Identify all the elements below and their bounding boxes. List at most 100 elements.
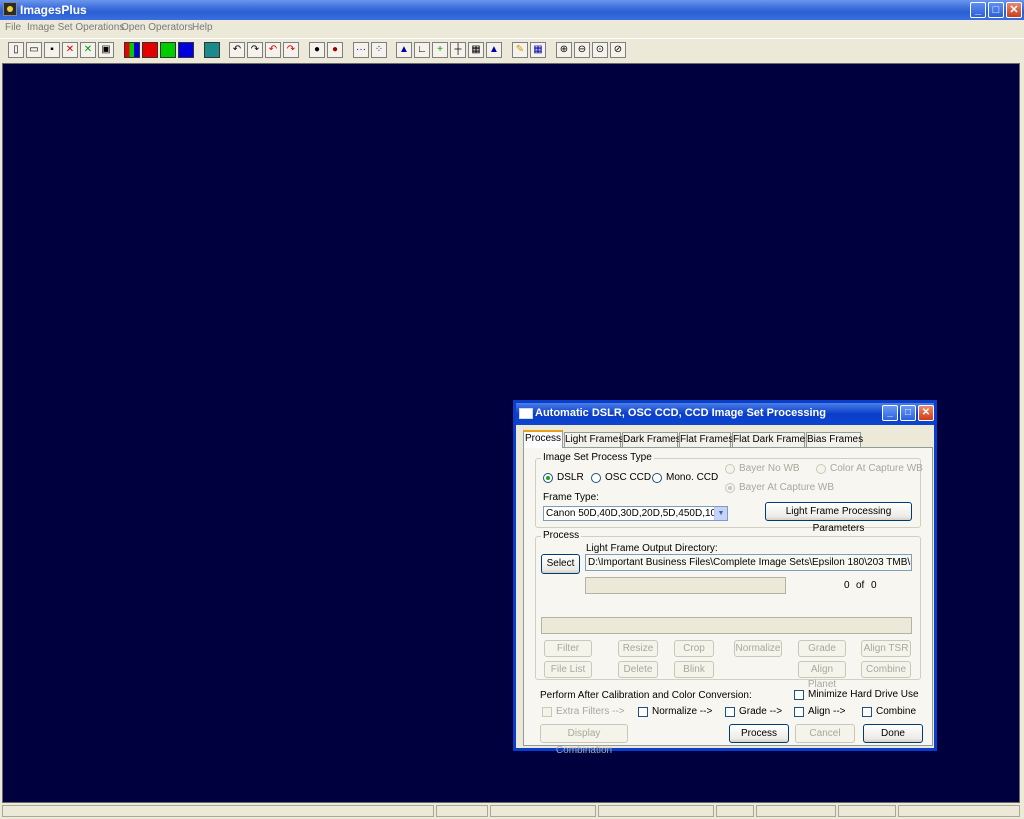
- grid-tiles-icon[interactable]: [204, 42, 220, 58]
- save-icon[interactable]: ▪: [44, 42, 60, 58]
- menu-open-operators[interactable]: Open Operators: [121, 22, 193, 33]
- grade-label: Grade -->: [739, 706, 783, 717]
- output-dir-field[interactable]: D:\Important Business Files\Complete Ima…: [585, 554, 912, 571]
- combine-checkbox[interactable]: [862, 707, 872, 717]
- new-file-icon[interactable]: ▯: [8, 42, 24, 58]
- grade-button[interactable]: Grade: [798, 640, 846, 657]
- measure-box-icon[interactable]: ▦: [468, 42, 484, 58]
- tab-flat-dark-frames[interactable]: Flat Dark Frames: [732, 432, 810, 447]
- axes-icon[interactable]: ∟: [414, 42, 430, 58]
- tab-light-frames[interactable]: Light Frames: [564, 432, 623, 447]
- filter-button[interactable]: Filter: [544, 640, 592, 657]
- frame-type-label: Frame Type:: [543, 492, 599, 503]
- copy-window-icon[interactable]: ▣: [98, 42, 114, 58]
- combine-button[interactable]: Combine: [861, 661, 911, 678]
- green-channel-icon[interactable]: [160, 42, 176, 58]
- process-button[interactable]: Process: [729, 724, 789, 743]
- blue-channel-icon[interactable]: [178, 42, 194, 58]
- zoom-in-icon[interactable]: ⊕: [556, 42, 572, 58]
- image-set-processing-dialog: Automatic DSLR, OSC CCD, CCD Image Set P…: [513, 400, 937, 756]
- toolbar: ▯ ▭ ▪ ✕ ✕ ▣ ↶ ↷ ↶ ↷ ● ● ··· ⁘ ▲ ∟ + ┼ ▦ …: [0, 38, 1024, 63]
- blink-button[interactable]: Blink: [674, 661, 714, 678]
- tab-bias-frames[interactable]: Bias Frames: [806, 432, 863, 447]
- picture-edit-icon[interactable]: ▲: [486, 42, 502, 58]
- mosaic-icon[interactable]: ▦: [530, 42, 546, 58]
- tab-dark-frames[interactable]: Dark Frames: [622, 432, 681, 447]
- star-dots-icon[interactable]: ⁘: [371, 42, 387, 58]
- dialog-close-button[interactable]: ✕: [918, 405, 934, 421]
- crosshair-icon[interactable]: ┼: [450, 42, 466, 58]
- dialog-minimize-button[interactable]: _: [882, 405, 898, 421]
- color-at-capture-wb-label: Color At Capture WB: [830, 463, 923, 474]
- align-planet-button[interactable]: Align Planet: [798, 661, 846, 690]
- crop-button[interactable]: Crop: [674, 640, 714, 657]
- dialog-title: Automatic DSLR, OSC CCD, CCD Image Set P…: [535, 407, 826, 419]
- plus-green-icon[interactable]: +: [432, 42, 448, 58]
- cancel-button[interactable]: Cancel: [795, 724, 855, 743]
- chevron-down-icon[interactable]: ▼: [714, 507, 727, 520]
- frame-type-select[interactable]: Canon 50D,40D,30D,20D,5D,450D,1000D,400D…: [543, 506, 728, 521]
- count-total: 0: [871, 580, 877, 591]
- black-dot-icon[interactable]: ●: [309, 42, 325, 58]
- undo-icon[interactable]: ↶: [229, 42, 245, 58]
- undo-red-icon[interactable]: ↶: [265, 42, 281, 58]
- pencil-icon[interactable]: ✎: [512, 42, 528, 58]
- grade-checkbox[interactable]: [725, 707, 735, 717]
- osc-ccd-radio[interactable]: [591, 473, 601, 483]
- bayer-no-wb-label: Bayer No WB: [739, 463, 800, 474]
- delete-button[interactable]: Delete: [618, 661, 658, 678]
- tab-process[interactable]: Process: [523, 430, 563, 448]
- app-title: ImagesPlus: [20, 3, 87, 17]
- status-pane: [598, 805, 714, 817]
- normalize-button[interactable]: Normalize: [734, 640, 782, 657]
- red-dot-icon[interactable]: ●: [327, 42, 343, 58]
- color-at-capture-wb-radio[interactable]: [816, 464, 826, 474]
- select-dir-button[interactable]: Select: [541, 554, 580, 574]
- dialog-title-bar[interactable]: Automatic DSLR, OSC CCD, CCD Image Set P…: [516, 403, 934, 425]
- menu-help[interactable]: Help: [192, 22, 213, 33]
- display-combination-button[interactable]: Display Combination: [540, 724, 628, 756]
- maximize-button[interactable]: □: [988, 2, 1004, 18]
- status-pane: [898, 805, 1020, 817]
- minimize-button[interactable]: _: [970, 2, 986, 18]
- done-button[interactable]: Done: [863, 724, 923, 743]
- close-red-x-icon[interactable]: ✕: [62, 42, 78, 58]
- extra-filters-label: Extra Filters -->: [556, 706, 625, 717]
- menu-file[interactable]: File: [5, 22, 21, 33]
- extra-filters-checkbox[interactable]: [542, 707, 552, 717]
- dotted-line-icon[interactable]: ···: [353, 42, 369, 58]
- zoom-fit-icon[interactable]: ⊙: [592, 42, 608, 58]
- resize-button[interactable]: Resize: [618, 640, 658, 657]
- dslr-radio[interactable]: [543, 473, 553, 483]
- close-green-x-icon[interactable]: ✕: [80, 42, 96, 58]
- align-checkbox[interactable]: [794, 707, 804, 717]
- rgb-channels-icon[interactable]: [124, 42, 140, 58]
- align-tsr-button[interactable]: Align TSR: [861, 640, 911, 657]
- file-list-button[interactable]: File List: [544, 661, 592, 678]
- dialog-maximize-button[interactable]: □: [900, 405, 916, 421]
- open-folder-icon[interactable]: ▭: [26, 42, 42, 58]
- menu-image-set-operations[interactable]: Image Set Operations: [27, 22, 124, 33]
- bayer-no-wb-radio[interactable]: [725, 464, 735, 474]
- status-pane: [716, 805, 754, 817]
- close-button[interactable]: ✕: [1006, 2, 1022, 18]
- red-channel-icon[interactable]: [142, 42, 158, 58]
- tab-flat-frames[interactable]: Flat Frames: [679, 432, 733, 447]
- minimize-hard-drive-label: Minimize Hard Drive Use: [808, 689, 919, 700]
- osc-ccd-label: OSC CCD: [605, 472, 652, 483]
- mono-ccd-radio[interactable]: [652, 473, 662, 483]
- redo-red-icon[interactable]: ↷: [283, 42, 299, 58]
- triangle-blue-icon[interactable]: ▲: [396, 42, 412, 58]
- light-frame-params-button[interactable]: Light Frame Processing Parameters: [765, 502, 912, 534]
- process-type-group: Image Set Process Type DSLR OSC CCD Mono…: [535, 452, 923, 534]
- main-title-bar[interactable]: ImagesPlus _ □ ✕: [0, 0, 1024, 20]
- redo-icon[interactable]: ↷: [247, 42, 263, 58]
- zoom-out-icon[interactable]: ⊖: [574, 42, 590, 58]
- mono-ccd-label: Mono. CCD: [666, 472, 719, 483]
- normalize-checkbox[interactable]: [638, 707, 648, 717]
- app-icon[interactable]: [3, 2, 17, 16]
- process-tab-panel: Image Set Process Type DSLR OSC CCD Mono…: [523, 447, 933, 756]
- bayer-at-capture-wb-radio[interactable]: [725, 483, 735, 493]
- minimize-hard-drive-checkbox[interactable]: [794, 690, 804, 700]
- zoom-actual-icon[interactable]: ⊘: [610, 42, 626, 58]
